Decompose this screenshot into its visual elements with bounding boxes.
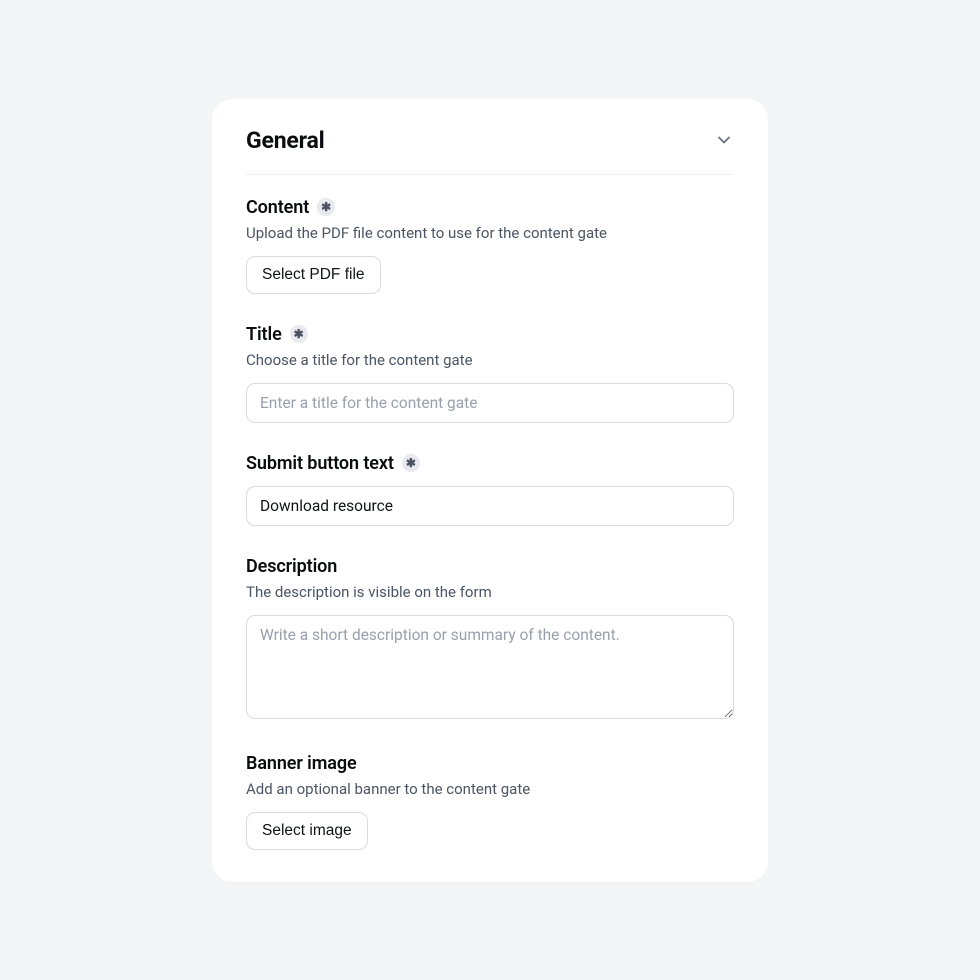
submit-text-input[interactable] (246, 486, 734, 526)
field-content: Content ✱ Upload the PDF file content to… (246, 197, 734, 294)
field-submit-text: Submit button text ✱ (246, 453, 734, 526)
section-header[interactable]: General (246, 127, 734, 175)
required-icon: ✱ (290, 325, 308, 343)
required-icon: ✱ (402, 454, 420, 472)
submit-text-label: Submit button text (246, 453, 394, 474)
description-label: Description (246, 556, 337, 577)
chevron-down-icon (714, 130, 734, 150)
title-input[interactable] (246, 383, 734, 423)
description-help: The description is visible on the form (246, 583, 734, 601)
required-icon: ✱ (317, 198, 335, 216)
banner-help: Add an optional banner to the content ga… (246, 780, 734, 798)
title-help: Choose a title for the content gate (246, 351, 734, 369)
description-textarea[interactable] (246, 615, 734, 719)
content-help: Upload the PDF file content to use for t… (246, 224, 734, 242)
field-banner: Banner image Add an optional banner to t… (246, 753, 734, 850)
title-label: Title (246, 324, 282, 345)
select-image-button[interactable]: Select image (246, 812, 368, 850)
field-description: Description The description is visible o… (246, 556, 734, 723)
banner-label: Banner image (246, 753, 357, 774)
content-label: Content (246, 197, 309, 218)
section-title: General (246, 127, 324, 154)
field-title: Title ✱ Choose a title for the content g… (246, 324, 734, 423)
general-settings-card: General Content ✱ Upload the PDF file co… (212, 99, 768, 882)
select-pdf-button[interactable]: Select PDF file (246, 256, 381, 294)
